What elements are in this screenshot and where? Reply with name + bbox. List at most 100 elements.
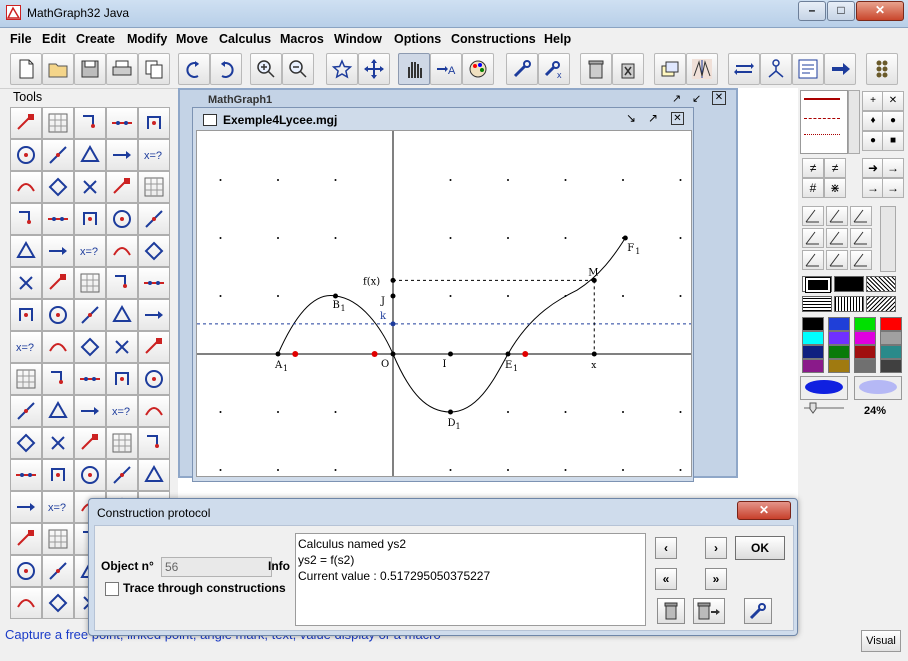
tool-button[interactable] [42, 107, 74, 139]
point-style-button[interactable]: ♦ [862, 111, 884, 131]
tool-button[interactable] [74, 267, 106, 299]
tool-button[interactable] [10, 299, 42, 331]
tool-button[interactable] [106, 171, 138, 203]
modify-tool-button[interactable] [506, 53, 538, 85]
tool-button[interactable] [10, 203, 42, 235]
fill-style-button[interactable] [866, 296, 896, 312]
modify-object-button[interactable] [744, 598, 772, 624]
line-style-dotted[interactable] [804, 134, 840, 135]
tool-button[interactable] [106, 235, 138, 267]
tool-button[interactable] [74, 171, 106, 203]
color-swatch[interactable] [828, 331, 850, 345]
tool-button[interactable] [74, 363, 106, 395]
color-swatch[interactable] [854, 317, 876, 331]
trace-checkbox[interactable] [105, 582, 119, 596]
tool-button[interactable] [10, 107, 42, 139]
tool-button[interactable]: x=? [138, 139, 170, 171]
delete-following-button[interactable] [693, 598, 725, 624]
line-end-style-button[interactable]: # [802, 178, 824, 198]
maximize-button[interactable]: □ [827, 1, 855, 21]
tool-button[interactable] [106, 203, 138, 235]
point-style-button[interactable]: ● [882, 111, 904, 131]
line-style-scrollbar[interactable] [848, 90, 860, 154]
tool-button[interactable]: x=? [10, 331, 42, 363]
tool-button[interactable] [42, 299, 74, 331]
color-swatch[interactable] [802, 317, 824, 331]
tool-button[interactable] [138, 427, 170, 459]
toolbar-grip-button[interactable] [866, 53, 898, 85]
color-swatch[interactable] [854, 331, 876, 345]
tool-button[interactable]: x=? [42, 491, 74, 523]
point-style-button[interactable]: + [862, 91, 884, 111]
tool-button[interactable] [138, 395, 170, 427]
tool-button[interactable] [42, 587, 74, 619]
tool-button[interactable] [74, 203, 106, 235]
tool-button[interactable] [10, 459, 42, 491]
redo-button[interactable] [210, 53, 242, 85]
tool-button[interactable] [106, 139, 138, 171]
tool-button[interactable] [74, 331, 106, 363]
angle-mark-style-button[interactable] [850, 250, 872, 270]
tool-button[interactable] [106, 299, 138, 331]
trace-label[interactable]: Trace through constructions [123, 581, 286, 595]
tool-button[interactable] [138, 299, 170, 331]
swap-button[interactable] [728, 53, 760, 85]
angle-mark-style-button[interactable] [826, 250, 848, 270]
fill-style-button[interactable] [834, 296, 864, 312]
menu-move[interactable]: Move [176, 32, 208, 46]
tool-button[interactable] [42, 203, 74, 235]
tool-button[interactable] [10, 267, 42, 299]
tool-button[interactable] [106, 107, 138, 139]
close-button[interactable]: ✕ [856, 1, 904, 21]
tool-button[interactable] [106, 267, 138, 299]
color-swatch[interactable] [854, 359, 876, 373]
tool-button[interactable] [106, 459, 138, 491]
next-button[interactable] [824, 53, 856, 85]
tool-button[interactable] [10, 587, 42, 619]
menu-help[interactable]: Help [544, 32, 571, 46]
tool-button[interactable]: x=? [106, 395, 138, 427]
color-swatch[interactable] [828, 345, 850, 359]
fill-style-button[interactable] [834, 276, 864, 292]
copy-button[interactable] [138, 53, 170, 85]
text-point-button[interactable]: A [430, 53, 462, 85]
tool-button[interactable] [10, 171, 42, 203]
tool-button[interactable] [10, 523, 42, 555]
undo-button[interactable] [178, 53, 210, 85]
tool-button[interactable] [138, 203, 170, 235]
minimize-button[interactable]: – [798, 1, 826, 21]
line-end-style-button[interactable]: ➜ [862, 158, 884, 178]
tool-button[interactable] [138, 363, 170, 395]
tool-button[interactable] [42, 427, 74, 459]
delete-button[interactable] [580, 53, 612, 85]
tool-button[interactable] [106, 331, 138, 363]
menu-create[interactable]: Create [76, 32, 115, 46]
dialog-close-button[interactable]: ✕ [737, 501, 791, 520]
color-swatch[interactable] [854, 345, 876, 359]
menu-options[interactable]: Options [394, 32, 441, 46]
angle-mark-style-button[interactable] [802, 250, 824, 270]
line-end-style-button[interactable]: ⋇ [824, 178, 846, 198]
object-number-field[interactable]: 56 [161, 557, 272, 577]
document-close-icon[interactable]: ✕ [671, 112, 684, 125]
tool-button[interactable] [74, 459, 106, 491]
color-swatch[interactable] [802, 331, 824, 345]
angle-mark-style-button[interactable] [802, 228, 824, 248]
color-swatch[interactable] [802, 345, 824, 359]
tool-button[interactable] [42, 331, 74, 363]
tool-button[interactable] [74, 107, 106, 139]
tool-button[interactable] [42, 235, 74, 267]
tool-button[interactable] [10, 395, 42, 427]
angle-mark-style-button[interactable] [826, 228, 848, 248]
previous-object-button[interactable]: ‹ [655, 537, 677, 559]
opaque-fill-button[interactable] [800, 376, 848, 400]
value-display-button[interactable] [792, 53, 824, 85]
fill-style-button[interactable] [866, 276, 896, 292]
tool-button[interactable] [10, 139, 42, 171]
tool-button[interactable] [10, 427, 42, 459]
tool-button[interactable] [138, 235, 170, 267]
tool-button[interactable] [42, 555, 74, 587]
new-file-button[interactable] [10, 53, 42, 85]
tool-button[interactable] [42, 523, 74, 555]
zoom-out-button[interactable] [282, 53, 314, 85]
